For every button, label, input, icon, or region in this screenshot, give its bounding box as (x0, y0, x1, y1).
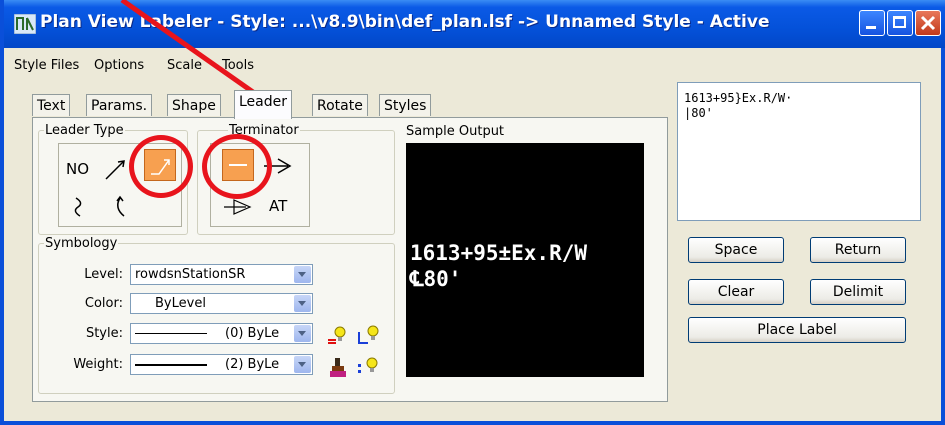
tab-rotate[interactable]: Rotate (312, 94, 368, 116)
label-text-line-2: |80' (684, 106, 713, 120)
color-value: ByLevel (155, 296, 206, 311)
plan-view-labeler-window: Plan View Labeler - Style: ...\v8.9\bin\… (0, 0, 945, 425)
space-button[interactable]: Space (688, 237, 784, 263)
tab-shape[interactable]: Shape (167, 94, 221, 116)
window-title: Plan View Labeler - Style: ...\v8.9\bin\… (40, 12, 770, 32)
menu-style-files[interactable]: Style Files (14, 58, 79, 73)
straight-leader-icon[interactable] (102, 155, 130, 183)
color-dropdown[interactable]: ByLevel (130, 293, 313, 314)
curved-leader-right-icon[interactable] (68, 194, 92, 220)
annotation-circle-terminator (202, 134, 272, 199)
menu-tools[interactable]: Tools (222, 58, 254, 73)
level-value: rowdsnStationSR (135, 267, 246, 282)
sample-output-text: 1613+95±Ex.R/W ℄80' (410, 240, 587, 292)
annotation-circle-leader-type (129, 135, 193, 198)
app-icon (14, 14, 36, 34)
sample-output-label: Sample Output (406, 124, 505, 139)
chevron-down-icon[interactable] (294, 266, 311, 283)
tab-params[interactable]: Params. (86, 94, 153, 116)
at-terminator-option[interactable]: AT (269, 197, 287, 215)
level-dropdown[interactable]: rowdsnStationSR (130, 264, 313, 285)
clear-button[interactable]: Clear (688, 279, 784, 305)
tab-leader[interactable]: Leader (234, 90, 293, 119)
sample-output-line-1: 1613+95±Ex.R/W (410, 241, 588, 265)
weight-dropdown[interactable]: (2) ByLe (130, 354, 313, 375)
symbology-label: Symbology (44, 236, 119, 251)
match-symbology-icon[interactable] (326, 324, 350, 346)
chevron-down-icon[interactable] (294, 325, 311, 342)
menu-options[interactable]: Options (94, 58, 144, 73)
minimize-button[interactable] (859, 10, 885, 36)
menu-scale[interactable]: Scale (167, 58, 202, 73)
bylevel-symbology-icon[interactable] (356, 356, 382, 378)
color-label: Color: (84, 296, 123, 311)
label-text-line-1: 1613+95}Ex.R/W· (684, 91, 793, 105)
maximize-icon (893, 16, 906, 28)
close-button[interactable] (915, 10, 941, 36)
maximize-button[interactable] (887, 10, 913, 36)
weight-value: (2) ByLe (225, 357, 280, 372)
leader-none-option[interactable]: NO (66, 160, 89, 178)
chevron-down-icon[interactable] (294, 295, 311, 312)
style-value: (0) ByLe (225, 326, 280, 341)
menu-bar: Style Files Options Scale Tools (4, 52, 941, 78)
style-label: Style: (85, 326, 123, 341)
leader-type-label: Leader Type (44, 123, 125, 138)
style-line-sample (135, 333, 207, 334)
level-label: Level: (84, 267, 123, 282)
curved-leader-left-icon[interactable] (108, 192, 132, 220)
return-button[interactable]: Return (810, 237, 906, 263)
title-bar[interactable]: Plan View Labeler - Style: ...\v8.9\bin\… (4, 0, 945, 48)
weight-label: Weight: (73, 357, 123, 372)
style-dropdown[interactable]: (0) ByLe (130, 323, 313, 344)
tab-text[interactable]: Text (32, 94, 71, 116)
sample-output-line-2: ℄80' (410, 267, 462, 291)
label-text-preview[interactable]: 1613+95}Ex.R/W· |80' (677, 82, 921, 221)
active-symbology-icon[interactable] (356, 324, 382, 346)
tab-styles[interactable]: Styles (379, 94, 432, 116)
weight-line-sample (135, 364, 207, 366)
open-arrow-terminator-icon[interactable] (220, 197, 254, 217)
place-label-button[interactable]: Place Label (688, 317, 906, 343)
close-icon (920, 15, 936, 31)
delimit-button[interactable]: Delimit (810, 279, 906, 305)
paint-brush-icon[interactable] (326, 356, 350, 380)
chevron-down-icon[interactable] (294, 356, 311, 373)
minimize-icon (866, 26, 876, 29)
